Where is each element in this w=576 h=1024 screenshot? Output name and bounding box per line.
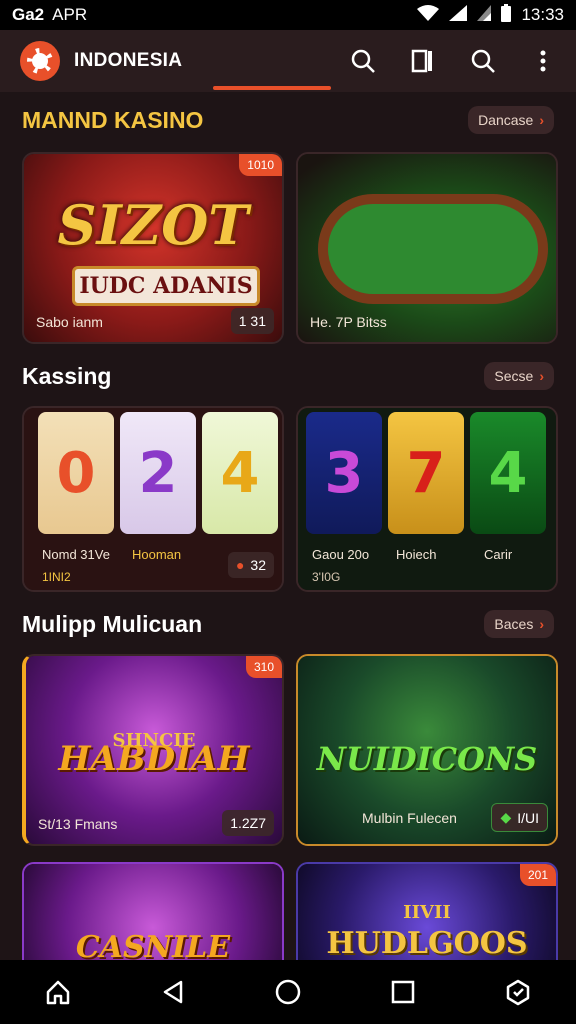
carrier-label: APR [52, 5, 88, 24]
see-all-button[interactable]: Baces › [484, 610, 554, 638]
tab-indicator [213, 86, 331, 90]
system-nav-bar [0, 960, 576, 1024]
card-pill: ● 32 [227, 552, 274, 578]
reel-digit: 2 [120, 412, 196, 534]
section-title: Kassing [22, 362, 112, 389]
card-label: Nomd 31Ve [42, 547, 110, 562]
section-header: Mulipp Mulicuan Baces › [22, 610, 554, 638]
slot-card[interactable]: 0 2 4 Nomd 31Ve Hooman 1INI2 ● 32 [22, 406, 284, 592]
card-title: NUIDICONS [316, 740, 538, 779]
reel-digit: 4 [470, 412, 546, 534]
card-pill-value: I/UI [517, 809, 539, 826]
status-bar: Ga2 APR 13:33 [0, 0, 576, 30]
game-card[interactable]: 310 SHNCIE HABDIAH St/13 Fmans 1.2Z7 [22, 654, 284, 846]
table-icon [318, 194, 548, 304]
book-icon[interactable] [410, 48, 436, 74]
section-title: Mulipp Mulicuan [22, 610, 203, 637]
see-all-label: Secse [494, 368, 534, 384]
gem-icon: ◆ [500, 809, 512, 825]
slot-card[interactable]: 3 7 4 Gaou 20o Hoiech Carir 3'I0G [296, 406, 558, 592]
see-all-button[interactable]: Secse › [484, 362, 554, 390]
game-card[interactable]: NUIDICONS Mulbin Fulecen ◆ I/UI [296, 654, 558, 846]
card-label: Gaou 20o [312, 547, 370, 562]
battery-icon [501, 3, 512, 27]
card-title: SIZOT [57, 193, 249, 258]
clock: 13:33 [521, 5, 564, 24]
more-icon[interactable] [530, 48, 556, 74]
assistant-icon[interactable] [502, 976, 534, 1008]
game-card[interactable]: CASNILE [22, 862, 284, 960]
reel-digit: 3 [306, 412, 382, 534]
card-badge: 1010 [239, 154, 282, 176]
see-all-button[interactable]: Dancase › [468, 106, 554, 134]
home-circle-icon[interactable] [272, 976, 304, 1008]
card-label-extra: Hoiech [396, 547, 437, 562]
card-badge: 310 [245, 656, 282, 678]
see-all-label: Dancase [478, 112, 534, 128]
card-label: Sabo ianm [36, 314, 103, 330]
section-header: Kassing Secse › [22, 362, 554, 390]
signal-icon [449, 4, 468, 26]
card-badge: 201 [519, 864, 556, 886]
card-label-extra: Carir [484, 547, 513, 562]
app-title: INDONESIA [74, 50, 183, 71]
search-icon[interactable] [470, 48, 496, 74]
reel-digit: 7 [388, 412, 464, 534]
card-title: HABDIAH [58, 739, 250, 780]
card-label: He. 7P Bitss [310, 314, 387, 330]
reel-digit: 0 [38, 412, 114, 534]
chip-icon: ● [235, 557, 245, 573]
card-label: Mulbin Fulecen [362, 810, 457, 826]
card-pill: 1.2Z7 [222, 810, 274, 836]
game-card[interactable]: He. 7P Bitss [296, 152, 558, 344]
card-subtitle: IUDC ADANIS [72, 266, 260, 306]
card-pill-value: 32 [250, 557, 266, 573]
app-logo-icon[interactable] [20, 41, 60, 81]
card-sublabel: 1INI2 [42, 570, 71, 584]
reel-digit: 4 [202, 412, 278, 534]
chevron-right-icon: › [539, 616, 544, 632]
chevron-right-icon: › [539, 112, 544, 128]
search-icon[interactable] [350, 48, 376, 74]
section-header: MANND KASINO Dancase › [22, 106, 554, 134]
signal-icon [477, 4, 492, 26]
card-kicker: IIVII [403, 902, 451, 923]
card-title: CASNILE [75, 930, 231, 960]
card-pill: ◆ I/UI [491, 803, 548, 832]
card-label: St/13 Fmans [38, 816, 118, 832]
home-icon[interactable] [42, 976, 74, 1008]
card-pill: 1 31 [230, 308, 274, 334]
main-content: MANND KASINO Dancase › 1010 SIZOT IUDC A… [0, 92, 576, 960]
chevron-right-icon: › [539, 368, 544, 384]
wifi-icon [417, 4, 440, 26]
game-card[interactable]: 201 IIVII HUDLGOOS [296, 862, 558, 960]
card-sublabel: 3'I0G [312, 570, 341, 584]
game-card[interactable]: 1010 SIZOT IUDC ADANIS Sabo ianm 1 31 [22, 152, 284, 344]
app-bar: INDONESIA [0, 30, 576, 92]
card-title: HUDLGOOS [326, 926, 528, 960]
see-all-label: Baces [494, 616, 534, 632]
section-title: MANND KASINO [22, 106, 204, 133]
card-label-extra: Hooman [132, 547, 182, 562]
recents-icon[interactable] [387, 976, 419, 1008]
status-left-icon: Ga2 [12, 5, 45, 24]
back-icon[interactable] [157, 976, 189, 1008]
